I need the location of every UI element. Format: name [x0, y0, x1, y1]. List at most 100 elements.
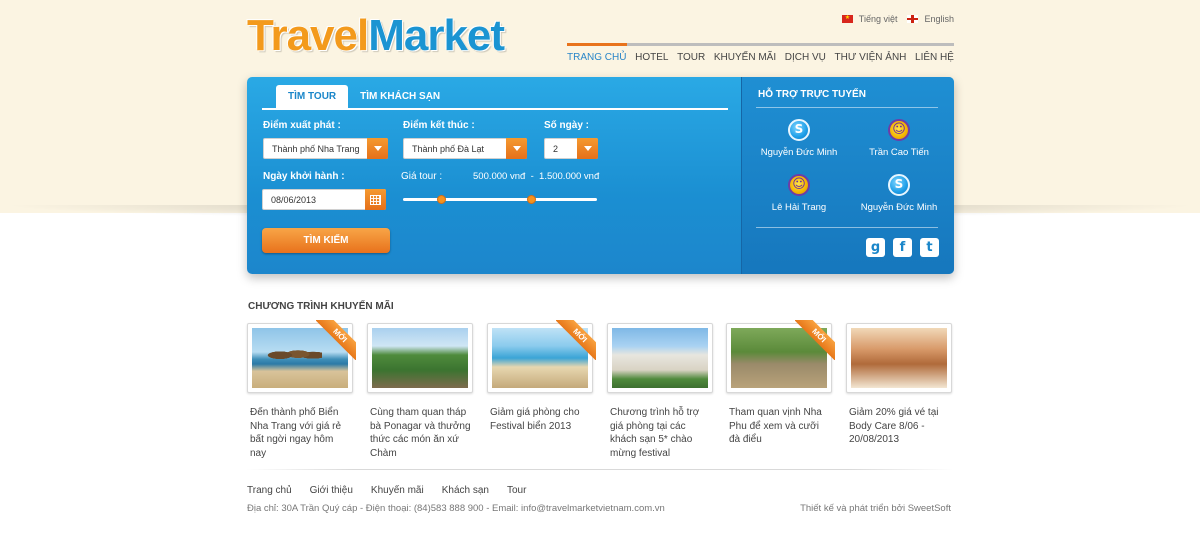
new-badge: MỚI [316, 320, 356, 360]
days-select[interactable]: 2 [544, 138, 598, 159]
search-tabs: TÌM TOUR TÌM KHÁCH SẠN [276, 85, 452, 109]
lang-english-label: English [924, 14, 954, 24]
google-plus-icon[interactable]: g [866, 238, 885, 257]
price-range-slider[interactable] [403, 195, 597, 204]
promo-caption[interactable]: Giảm 20% giá vé tại Body Care 8/06 - 20/… [846, 406, 953, 447]
promo-caption[interactable]: Tham quan vịnh Nha Phu để xem và cưỡi đà… [726, 406, 833, 447]
promo-caption[interactable]: Giảm giá phòng cho Festival biển 2013 [487, 406, 594, 433]
departure-select[interactable]: Thành phố Nha Trang [263, 138, 388, 159]
days-value: 2 [553, 143, 559, 154]
footer-link-promotions[interactable]: Khuyến mãi [371, 485, 424, 496]
price-min-handle[interactable] [437, 195, 447, 204]
support-contact[interactable]: Lê Hải Trang [754, 174, 844, 213]
logo-market: Market [368, 11, 505, 60]
price-max-handle[interactable] [526, 195, 536, 204]
lang-english[interactable]: English [907, 14, 954, 24]
page-container: TravelMarket Tiếng việt English TRANG CH… [247, 0, 954, 536]
departure-value: Thành phố Nha Trang [272, 143, 360, 154]
skype-icon [788, 119, 810, 141]
promo-card[interactable]: Cùng tham quan tháp bà Ponagar và thưởng… [367, 323, 474, 460]
support-contact[interactable]: Nguyễn Đức Minh [754, 119, 844, 158]
spa-massage-photo [851, 328, 947, 388]
language-switcher: Tiếng việt English [841, 14, 954, 24]
main-nav: TRANG CHỦ HOTEL TOUR KHUYẾN MÃI DỊCH VỤ … [567, 52, 954, 63]
promo-caption[interactable]: Chương trình hỗ trợ giá phòng tại các kh… [607, 406, 714, 460]
support-contact[interactable]: Nguyễn Đức Minh [854, 174, 944, 213]
nav-item-hotel[interactable]: HOTEL [635, 52, 668, 63]
tab-underline [262, 108, 728, 110]
ponagar-tower-photo [372, 328, 468, 388]
search-panel: TÌM TOUR TÌM KHÁCH SẠN Điểm xuất phát : … [247, 77, 954, 274]
nav-item-promotions[interactable]: KHUYẾN MÃI [714, 52, 776, 63]
departure-label: Điểm xuất phát : [263, 120, 341, 131]
logo-travel: Travel [247, 11, 369, 60]
nav-item-tour[interactable]: TOUR [677, 52, 705, 63]
chevron-down-icon[interactable] [367, 138, 388, 159]
online-support: HỖ TRỢ TRỰC TUYẾN Nguyễn Đức Minh Trần C… [741, 77, 954, 274]
date-label: Ngày khởi hành : [263, 171, 345, 182]
destination-label: Điểm kết thúc : [403, 120, 475, 131]
promo-card[interactable]: MỚI Giảm giá phòng cho Festival biển 201… [487, 320, 596, 433]
nav-item-services[interactable]: DỊCH VỤ [785, 52, 826, 63]
new-ribbon: MỚI [795, 320, 835, 360]
promo-image[interactable]: MỚI [487, 320, 596, 393]
uk-flag-icon [907, 15, 919, 23]
tab-find-hotel[interactable]: TÌM KHÁCH SẠN [348, 85, 452, 109]
new-badge: MỚI [556, 320, 596, 360]
new-ribbon: MỚI [316, 320, 356, 360]
price-label: Giá tour : [401, 171, 443, 182]
nav-item-home[interactable]: TRANG CHỦ [567, 52, 626, 63]
promo-caption[interactable]: Cùng tham quan tháp bà Ponagar và thưởng… [367, 406, 474, 460]
destination-select[interactable]: Thành phố Đà Lạt [403, 138, 527, 159]
promo-image[interactable] [607, 323, 713, 393]
calendar-button[interactable] [365, 189, 386, 210]
site-logo[interactable]: TravelMarket [247, 11, 505, 60]
promo-card[interactable]: MỚI Đến thành phố Biển Nha Trang với giá… [247, 320, 356, 460]
footer-link-tour[interactable]: Tour [507, 485, 526, 496]
promo-card[interactable]: MỚI Tham quan vịnh Nha Phu để xem và cưỡ… [726, 320, 835, 447]
promo-caption[interactable]: Đến thành phố Biển Nha Trang với giá rẻ … [247, 406, 354, 460]
nav-active-indicator [567, 43, 627, 46]
support-contact-name: Lê Hải Trang [771, 202, 827, 213]
promo-card[interactable]: Giảm 20% giá vé tại Body Care 8/06 - 20/… [846, 323, 953, 447]
support-divider-bottom [756, 227, 938, 228]
support-contact-name: Nguyễn Đức Minh [860, 202, 938, 213]
promo-image[interactable] [846, 323, 952, 393]
nav-item-contact[interactable]: LIÊN HỆ [915, 52, 954, 63]
twitter-icon[interactable]: t [920, 238, 939, 257]
promo-image[interactable]: MỚI [726, 320, 835, 393]
new-ribbon: MỚI [556, 320, 596, 360]
yahoo-messenger-icon [788, 174, 810, 196]
support-contact[interactable]: Trần Cao Tiến [854, 119, 944, 158]
footer-link-hotels[interactable]: Khách sạn [442, 485, 489, 496]
support-contact-name: Nguyễn Đức Minh [760, 147, 838, 158]
new-badge: MỚI [795, 320, 835, 360]
nav-item-gallery[interactable]: THƯ VIỆN ẢNH [835, 52, 907, 63]
promotions-title: CHƯƠNG TRÌNH KHUYẾN MÃI [248, 301, 394, 312]
departure-date-value: 08/06/2013 [271, 194, 317, 205]
chevron-down-icon[interactable] [506, 138, 527, 159]
search-button[interactable]: TÌM KIẾM [262, 228, 390, 253]
price-max: 1.500.000 vnđ [539, 171, 600, 182]
facebook-icon[interactable]: f [893, 238, 912, 257]
support-divider [756, 107, 938, 108]
promo-image[interactable]: MỚI [247, 320, 356, 393]
lang-vietnamese[interactable]: Tiếng việt [841, 14, 897, 24]
support-title: HỖ TRỢ TRỰC TUYẾN [758, 89, 866, 100]
departure-date-input[interactable]: 08/06/2013 [262, 189, 386, 210]
yahoo-messenger-icon [888, 119, 910, 141]
promo-image[interactable] [367, 323, 473, 393]
footer-link-home[interactable]: Trang chủ [247, 485, 292, 496]
price-separator: - [530, 171, 534, 182]
destination-value: Thành phố Đà Lạt [412, 143, 485, 154]
promo-card[interactable]: Chương trình hỗ trợ giá phòng tại các kh… [607, 323, 714, 460]
days-label: Số ngày : [544, 120, 590, 131]
footer-address: Địa chỉ: 30A Trần Quý cáp - Điện thoại: … [247, 503, 665, 514]
footer-link-about[interactable]: Giới thiệu [310, 485, 353, 496]
chevron-down-icon[interactable] [577, 138, 598, 159]
footer-divider [247, 469, 954, 470]
tab-find-tour[interactable]: TÌM TOUR [276, 85, 349, 109]
price-range-text: 500.000 vnđ - 1.500.000 vnđ [473, 171, 599, 182]
vn-flag-icon [841, 14, 853, 23]
footer-credit[interactable]: Thiết kế và phát triển bởi SweetSoft [800, 503, 951, 514]
